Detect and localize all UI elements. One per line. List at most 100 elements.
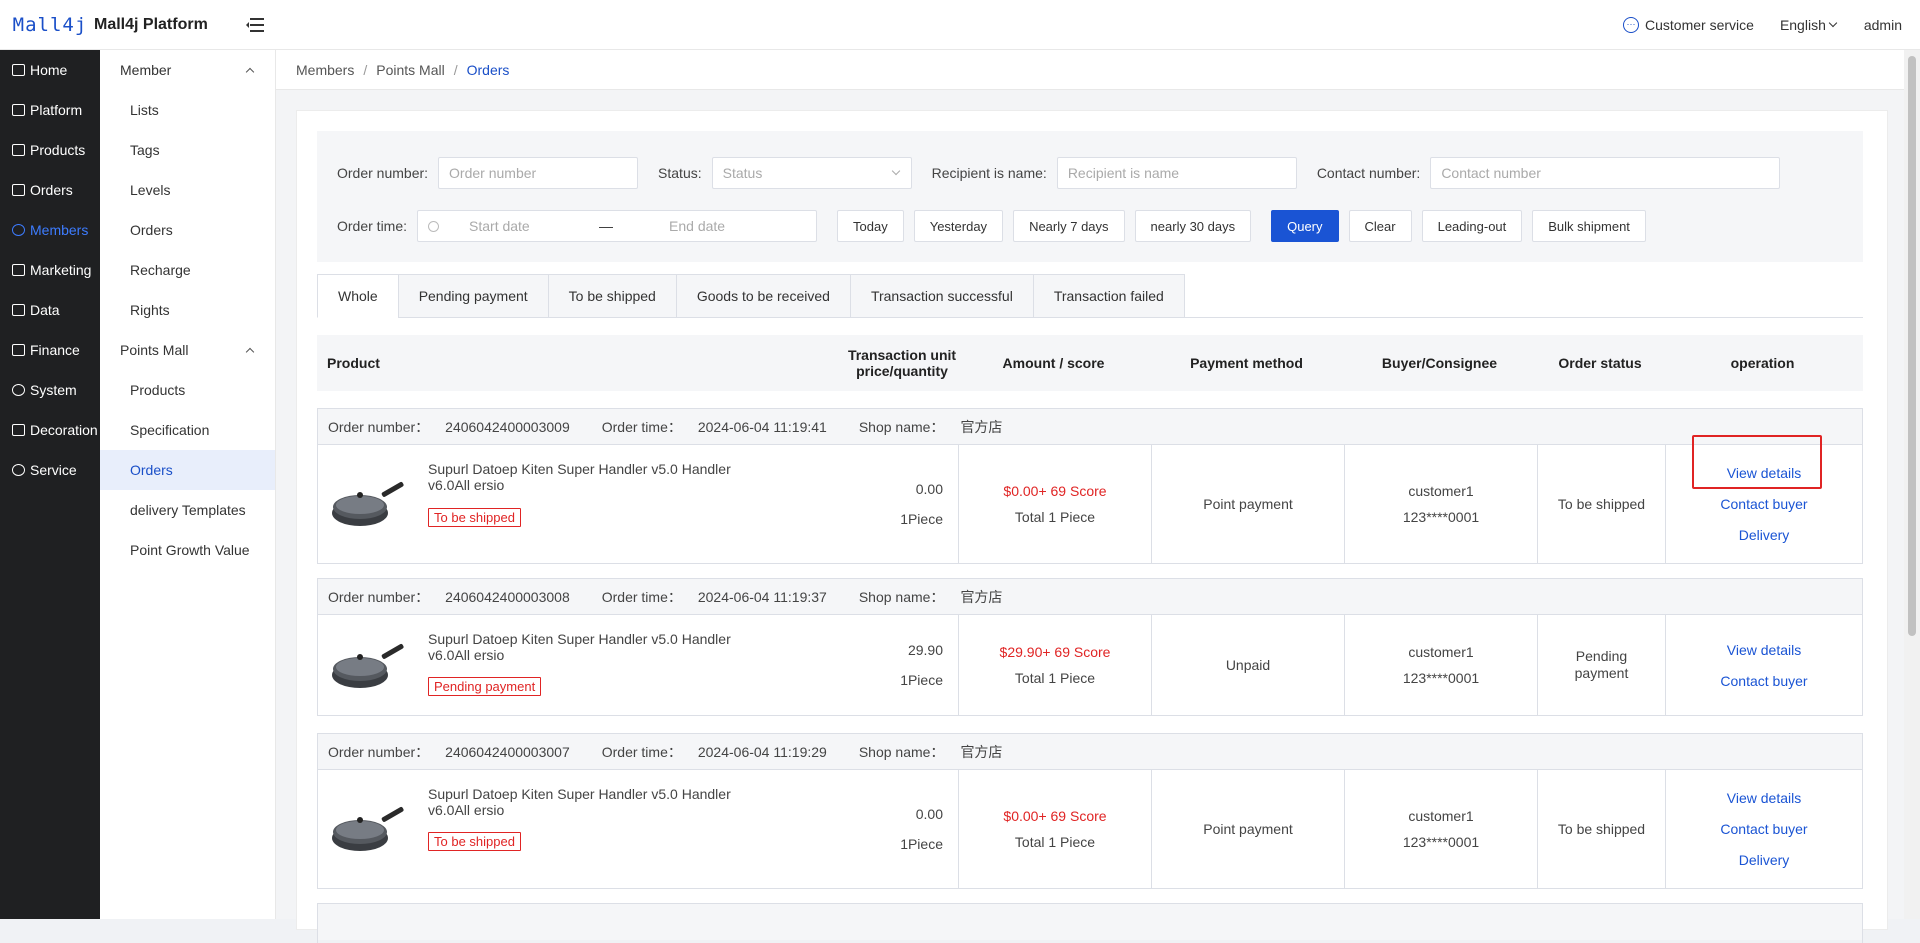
nearly-7-days-button[interactable]: Nearly 7 days	[1013, 210, 1125, 242]
order-block: Order number： 2406042400003009 Order time…	[317, 408, 1863, 564]
subnav-member-orders[interactable]: Orders	[100, 210, 275, 250]
start-date-input[interactable]: Start date	[469, 218, 599, 234]
service-icon	[12, 464, 25, 476]
shop-value: 官方店	[960, 588, 1003, 605]
recipient-input[interactable]: Recipient is name	[1056, 157, 1297, 189]
shop-label: Shop name：	[858, 418, 945, 435]
view-details-link[interactable]: View details	[1727, 465, 1801, 481]
breadcrumb-points-mall[interactable]: Points Mall	[376, 62, 444, 78]
subnav-levels[interactable]: Levels	[100, 170, 275, 210]
group-points-mall[interactable]: Points Mall	[100, 330, 275, 370]
nearly-30-days-button[interactable]: nearly 30 days	[1134, 210, 1252, 242]
product-name[interactable]: Supurl Datoep Kiten Super Handler v5.0 H…	[428, 786, 738, 818]
tab-transaction-failed[interactable]: Transaction failed	[1032, 274, 1185, 318]
language-select[interactable]: English	[1779, 16, 1838, 33]
subnav-lists[interactable]: Lists	[100, 90, 275, 130]
leading-out-button[interactable]: Leading-out	[1421, 210, 1523, 242]
tab-whole[interactable]: Whole	[317, 274, 398, 318]
buyer-cell: customer1 123****0001	[1344, 770, 1537, 888]
contact-input[interactable]: Contact number	[1430, 157, 1781, 189]
nav-orders[interactable]: Orders	[0, 170, 100, 210]
header-buyer: Buyer/Consignee	[1381, 355, 1498, 371]
subnav-point-growth-value[interactable]: Point Growth Value	[100, 530, 275, 570]
buyer-cell: customer1 123****0001	[1344, 445, 1537, 563]
language-label: English	[1779, 16, 1826, 33]
subnav-specification[interactable]: Specification	[100, 410, 275, 450]
tab-pending-payment[interactable]: Pending payment	[397, 274, 548, 318]
nav-members[interactable]: Members	[0, 210, 100, 250]
total-pieces: Total 1 Piece	[1014, 509, 1096, 525]
chevron-down-icon	[1828, 18, 1838, 27]
order-time-label: Order time：	[601, 743, 682, 760]
subnav-tags[interactable]: Tags	[100, 130, 275, 170]
nav-label: System	[30, 382, 77, 398]
collapse-menu-icon[interactable]	[245, 17, 264, 32]
customer-service-link[interactable]: ··· Customer service	[1623, 16, 1754, 33]
subnav-points-orders[interactable]: Orders	[100, 450, 275, 490]
shop-name: Shop name： 官方店	[859, 742, 1019, 762]
user-menu[interactable]: admin	[1864, 17, 1902, 33]
tab-to-be-shipped[interactable]: To be shipped	[547, 274, 676, 318]
end-date-input[interactable]: End date	[669, 218, 725, 234]
data-icon	[12, 304, 25, 316]
products-icon	[12, 144, 25, 156]
nav-platform[interactable]: Platform	[0, 90, 100, 130]
delivery-link[interactable]: Delivery	[1739, 852, 1790, 868]
contact-buyer-link[interactable]: Contact buyer	[1720, 673, 1807, 689]
tab-goods-to-be-received[interactable]: Goods to be received	[675, 274, 850, 318]
order-status-cell: To be shipped	[1537, 770, 1665, 888]
bulk-shipment-button[interactable]: Bulk shipment	[1532, 210, 1646, 242]
nav-service[interactable]: Service	[0, 450, 100, 490]
nav-home[interactable]: Home	[0, 50, 100, 90]
nav-label: Platform	[30, 102, 83, 118]
subnav-products[interactable]: Products	[100, 370, 275, 410]
shop-name: Shop name： 官方店	[859, 417, 1019, 437]
page-scrollbar[interactable]	[1904, 50, 1920, 919]
group-member[interactable]: Member	[100, 50, 275, 90]
nav-data[interactable]: Data	[0, 290, 100, 330]
date-range-picker[interactable]: Start date — End date	[417, 210, 818, 242]
order-block-partial	[317, 903, 1863, 943]
order-number: Order number： 2406042400003007	[328, 742, 586, 762]
status-select[interactable]: Status	[711, 157, 912, 189]
contact-buyer-link[interactable]: Contact buyer	[1720, 821, 1807, 837]
order-block: Order number： 2406042400003008 Order time…	[317, 578, 1863, 716]
chevron-down-icon	[891, 166, 900, 176]
operation-cell: View details Contact buyer Delivery	[1665, 445, 1862, 563]
today-button[interactable]: Today	[837, 210, 904, 242]
order-time-value: 2024-06-04 11:19:41	[697, 418, 827, 435]
product-image	[332, 482, 404, 526]
order-header: Order number： 2406042400003009 Order time…	[318, 409, 1862, 445]
contact-label: Contact number:	[1316, 165, 1421, 181]
chat-icon: ···	[1623, 16, 1640, 33]
amount: $0.00+ 69 Score	[1003, 808, 1107, 824]
query-button[interactable]: Query	[1271, 210, 1339, 242]
view-details-link[interactable]: View details	[1727, 790, 1801, 806]
order-number-input[interactable]: Order number	[438, 157, 639, 189]
delivery-link[interactable]: Delivery	[1739, 527, 1790, 543]
nav-system[interactable]: System	[0, 370, 100, 410]
payment-cell: Point payment	[1151, 770, 1344, 888]
buyer-cell: customer1 123****0001	[1344, 615, 1537, 715]
clear-button[interactable]: Clear	[1348, 210, 1412, 242]
nav-marketing[interactable]: Marketing	[0, 250, 100, 290]
subnav-delivery-templates[interactable]: delivery Templates	[100, 490, 275, 530]
nav-products[interactable]: Products	[0, 130, 100, 170]
nav-finance[interactable]: Finance	[0, 330, 100, 370]
tab-transaction-successful[interactable]: Transaction successful	[849, 274, 1033, 318]
status-tag: Pending payment	[428, 677, 542, 696]
status-placeholder: Status	[722, 165, 763, 181]
subnav-rights[interactable]: Rights	[100, 290, 275, 330]
product-name[interactable]: Supurl Datoep Kiten Super Handler v5.0 H…	[428, 461, 738, 493]
product-name[interactable]: Supurl Datoep Kiten Super Handler v5.0 H…	[428, 631, 738, 663]
header-payment: Payment method	[1190, 355, 1303, 371]
order-number-value: 2406042400003007	[445, 743, 570, 760]
breadcrumb-members[interactable]: Members	[296, 62, 354, 78]
order-row: Supurl Datoep Kiten Super Handler v5.0 H…	[318, 435, 1862, 563]
nav-decoration[interactable]: Decoration	[0, 410, 100, 450]
scrollbar-thumb[interactable]	[1908, 56, 1916, 636]
subnav-recharge[interactable]: Recharge	[100, 250, 275, 290]
view-details-link[interactable]: View details	[1727, 642, 1801, 658]
yesterday-button[interactable]: Yesterday	[913, 210, 1004, 242]
contact-buyer-link[interactable]: Contact buyer	[1720, 496, 1807, 512]
